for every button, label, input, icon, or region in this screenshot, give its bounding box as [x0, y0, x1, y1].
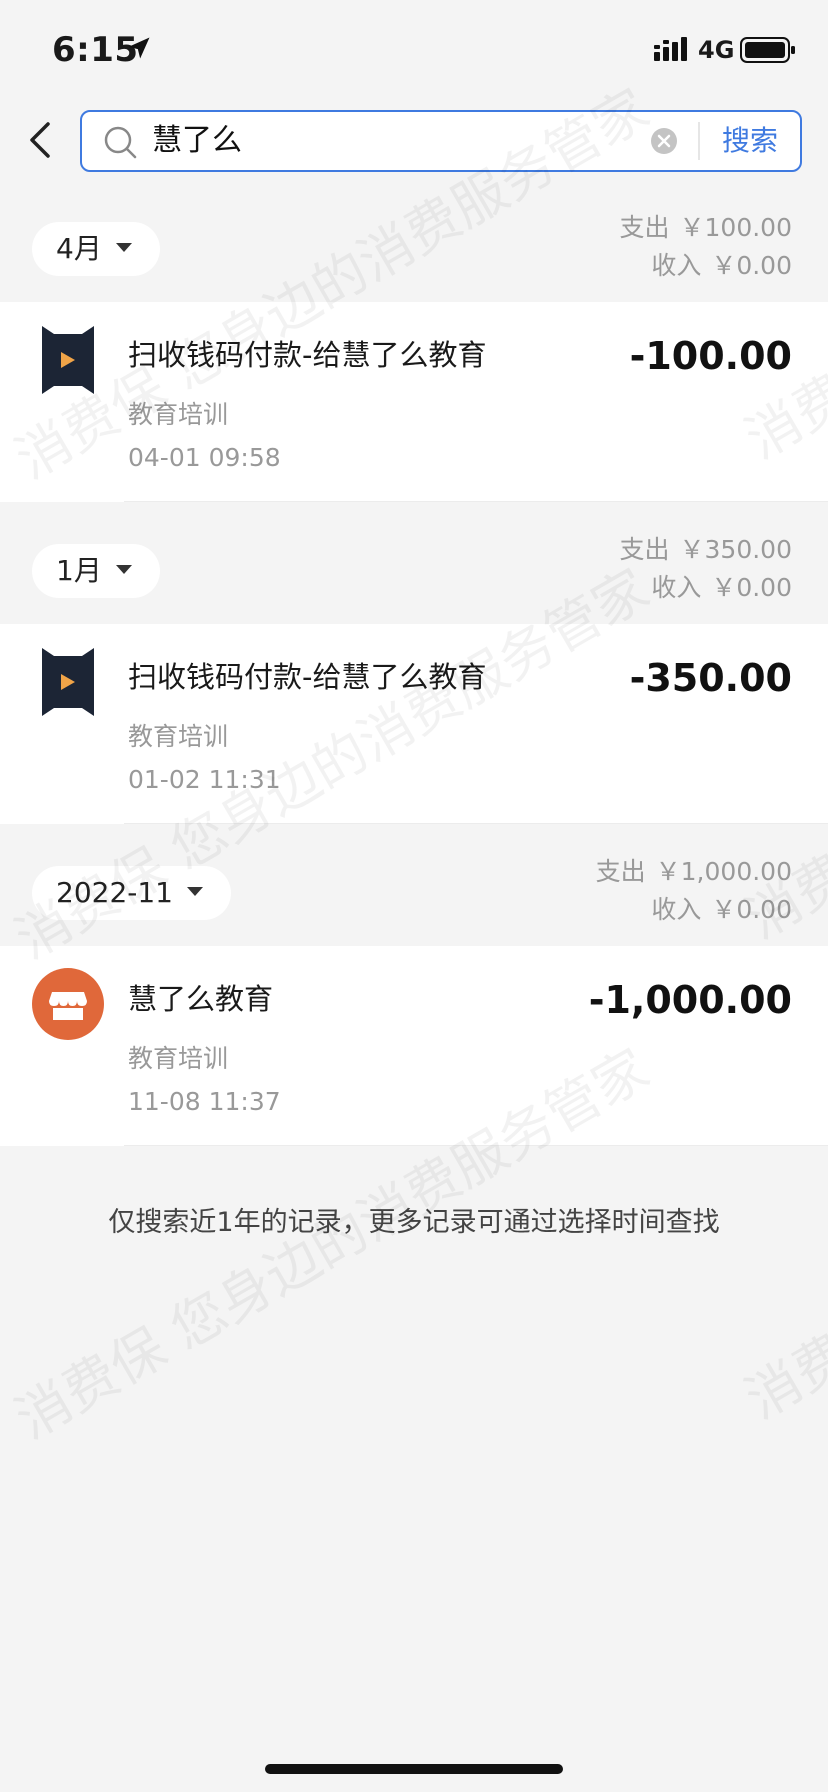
- caret-down-icon: [115, 242, 132, 252]
- search-button[interactable]: 搜索: [722, 112, 778, 170]
- clear-icon[interactable]: [650, 127, 678, 155]
- month-selector[interactable]: 2022-11: [32, 866, 231, 920]
- battery-icon: [740, 37, 795, 63]
- transaction-time: 11-08 11:37: [128, 1087, 281, 1116]
- income-summary: 收入 ￥0.00: [651, 573, 792, 602]
- transaction-amount: -100.00: [629, 334, 792, 378]
- transaction-row[interactable]: 慧了么教育 教育培训 11-08 11:37 -1,000.00: [0, 946, 828, 1146]
- row-divider: [124, 501, 828, 502]
- row-divider: [124, 1145, 828, 1146]
- group-header-april: 4月 支出 ￥100.00 收入 ￥0.00: [0, 190, 828, 300]
- row-divider: [124, 823, 828, 824]
- month-label: 2022-11: [56, 876, 173, 909]
- expense-summary: 支出 ￥1,000.00: [595, 857, 792, 886]
- month-selector[interactable]: 1月: [32, 544, 160, 598]
- category-label: 教育培训: [128, 722, 229, 751]
- search-input[interactable]: [152, 112, 632, 170]
- group-header-january: 1月 支出 ￥350.00 收入 ￥0.00: [0, 512, 828, 622]
- month-label: 1月: [56, 554, 102, 587]
- home-indicator: [265, 1764, 563, 1774]
- search-divider: [698, 122, 700, 160]
- back-arrow-icon[interactable]: [22, 118, 62, 162]
- merchant-name: 扫收钱码付款-给慧了么教育: [128, 660, 487, 694]
- play-logo-icon: [42, 326, 94, 394]
- cellular-signal-icon: [654, 37, 687, 61]
- search-header: 搜索: [0, 100, 828, 190]
- search-icon: [104, 126, 137, 159]
- month-label: 4月: [56, 232, 102, 265]
- search-range-note: 仅搜索近1年的记录，更多记录可通过选择时间查找: [108, 1207, 720, 1238]
- income-summary: 收入 ￥0.00: [651, 895, 792, 924]
- merchant-name: 扫收钱码付款-给慧了么教育: [128, 338, 487, 372]
- play-logo-icon: [42, 648, 94, 716]
- category-label: 教育培训: [128, 1044, 229, 1073]
- category-label: 教育培训: [128, 400, 229, 429]
- month-selector[interactable]: 4月: [32, 222, 160, 276]
- group-header-2022-11: 2022-11 支出 ￥1,000.00 收入 ￥0.00: [0, 834, 828, 944]
- location-arrow-icon: [128, 37, 150, 59]
- search-box: 搜索: [80, 110, 802, 172]
- income-summary: 收入 ￥0.00: [651, 251, 792, 280]
- transaction-row[interactable]: 扫收钱码付款-给慧了么教育 教育培训 04-01 09:58 -100.00: [0, 302, 828, 502]
- network-type: 4G: [698, 36, 735, 64]
- transaction-time: 01-02 11:31: [128, 765, 281, 794]
- expense-summary: 支出 ￥100.00: [619, 213, 793, 242]
- caret-down-icon: [115, 564, 132, 574]
- status-bar: 6:15 4G: [0, 0, 828, 100]
- store-icon: [32, 968, 104, 1040]
- transaction-time: 04-01 09:58: [128, 443, 281, 472]
- transaction-amount: -350.00: [629, 656, 792, 700]
- caret-down-icon: [187, 886, 203, 896]
- transaction-row[interactable]: 扫收钱码付款-给慧了么教育 教育培训 01-02 11:31 -350.00: [0, 624, 828, 824]
- expense-summary: 支出 ￥350.00: [619, 535, 793, 564]
- merchant-name: 慧了么教育: [128, 982, 274, 1016]
- transaction-amount: -1,000.00: [588, 978, 792, 1022]
